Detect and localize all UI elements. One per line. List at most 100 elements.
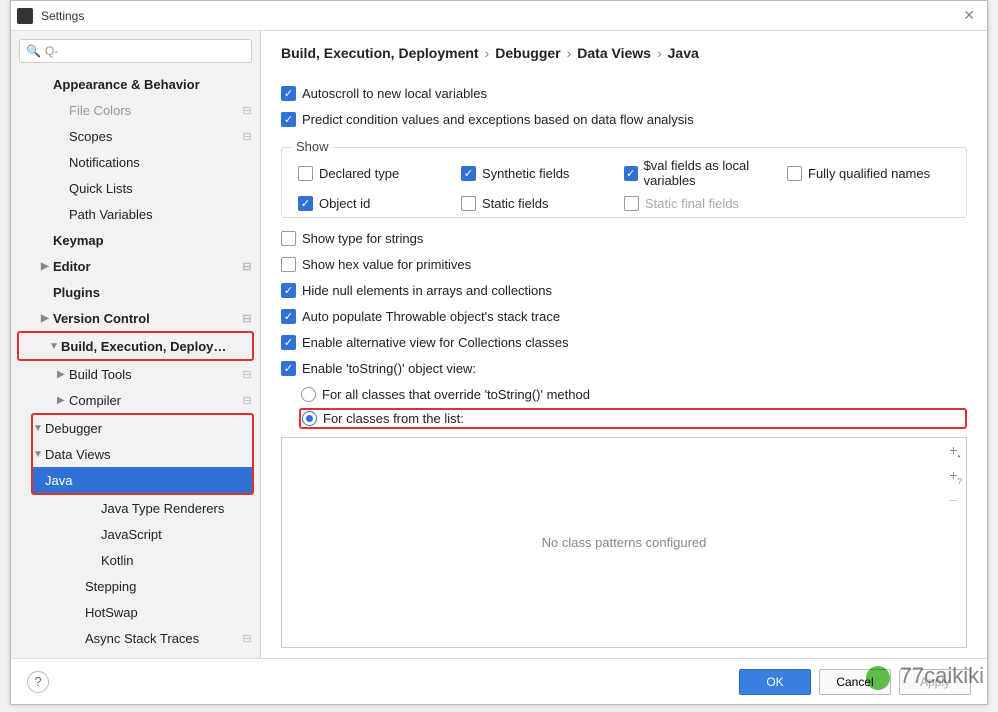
tree-item-async-stack-traces[interactable]: Async Stack Traces⊟ [11, 625, 260, 651]
tree-item-build-execution-deployment[interactable]: ▼Build, Execution, Deployment [19, 333, 252, 359]
highlight-box: ▼Build, Execution, Deployment [17, 331, 254, 361]
tree-item-kotlin[interactable]: Kotlin [11, 547, 260, 573]
radio-class-list[interactable] [302, 411, 317, 426]
empty-list-label: No class patterns configured [542, 535, 707, 550]
add-pattern-help-icon[interactable]: +? [949, 467, 962, 486]
tree-item-editor[interactable]: ▶Editor⊟ [11, 253, 260, 279]
project-scope-icon: ⊟ [240, 103, 254, 117]
tree-item-plugins[interactable]: Plugins [11, 279, 260, 305]
ok-button[interactable]: OK [739, 669, 811, 695]
project-scope-icon: ⊟ [240, 129, 254, 143]
project-scope-icon: ⊟ [240, 259, 254, 273]
project-scope-icon [232, 473, 246, 487]
tree-item-notifications[interactable]: Notifications [11, 149, 260, 175]
tree-item-label: Plugins [53, 285, 240, 300]
project-scope-icon [240, 181, 254, 195]
tree-item-stepping[interactable]: Stepping [11, 573, 260, 599]
project-scope-icon: ⊟ [240, 367, 254, 381]
tree-item-java[interactable]: Java [33, 467, 252, 493]
show-label: Static fields [482, 196, 548, 211]
project-scope-icon: ⊟ [240, 393, 254, 407]
radio-all-classes[interactable] [301, 387, 316, 402]
chevron-icon: ▶ [57, 395, 69, 406]
search-wrap: 🔍 Q- [11, 31, 260, 71]
tree-item-quick-lists[interactable]: Quick Lists [11, 175, 260, 201]
show-checkbox[interactable]: ✓ [624, 166, 638, 181]
tree-item-debugger[interactable]: ▼Debugger [33, 415, 252, 441]
show-checkbox[interactable]: ✓ [298, 196, 313, 211]
breadcrumb-part[interactable]: Debugger [495, 45, 560, 61]
tree-item-build-tools[interactable]: ▶Build Tools⊟ [11, 361, 260, 387]
tree-item-label: Version Control [53, 311, 240, 326]
settings-dialog: Settings ✕ 🔍 Q- Appearance & Behavior Fil… [10, 0, 988, 705]
alt-collections-checkbox[interactable]: ✓ [281, 335, 296, 350]
tree-item-label: Debugger [45, 421, 232, 436]
project-scope-icon: ⊟ [240, 657, 254, 658]
show-checkbox[interactable]: ✓ [461, 166, 476, 181]
tree-item-label: Quick Lists [69, 181, 240, 196]
project-scope-icon [240, 527, 254, 541]
auto-throwable-checkbox[interactable]: ✓ [281, 309, 296, 324]
tree-item-label: Async Stack Traces [85, 631, 240, 646]
tree-item-data-views[interactable]: ▼Data Views [33, 441, 252, 467]
project-scope-icon [232, 421, 246, 435]
dialog-body: 🔍 Q- Appearance & Behavior File Colors⊟Sc… [11, 31, 987, 658]
remove-pattern-icon[interactable]: − [949, 492, 962, 508]
tree-item-label: Keymap [53, 233, 240, 248]
titlebar: Settings ✕ [11, 1, 987, 31]
show-label: Fully qualified names [808, 166, 930, 181]
tree-item-path-variables[interactable]: Path Variables [11, 201, 260, 227]
enable-tostring-checkbox[interactable]: ✓ [281, 361, 296, 376]
tree-item-version-control[interactable]: ▶Version Control⊟ [11, 305, 260, 331]
tree-item-label: JavaScript [101, 527, 240, 542]
show-checkbox[interactable] [461, 196, 476, 211]
chevron-icon: ▶ [57, 369, 69, 380]
breadcrumb-part[interactable]: Build, Execution, Deployment [281, 45, 479, 61]
project-scope-icon: ⊟ [240, 311, 254, 325]
add-pattern-icon[interactable]: +• [949, 442, 962, 461]
tree-item-label: Appearance & Behavior [53, 77, 240, 92]
project-scope-icon: ⊟ [240, 631, 254, 645]
tree-item-appearance-behavior[interactable]: Appearance & Behavior [11, 71, 260, 97]
show-type-checkbox[interactable] [281, 231, 296, 246]
search-input[interactable]: 🔍 Q- [19, 39, 252, 63]
tree-item-hotswap[interactable]: HotSwap [11, 599, 260, 625]
tree-item-label: Path Variables [69, 207, 240, 222]
hide-null-checkbox[interactable]: ✓ [281, 283, 296, 298]
tree-item-file-colors[interactable]: File Colors⊟ [11, 97, 260, 123]
breadcrumb-sep: › [485, 45, 490, 61]
autoscroll-checkbox[interactable]: ✓ [281, 86, 296, 101]
breadcrumb: Build, Execution, Deployment › Debugger › Da… [281, 45, 967, 61]
search-icon: 🔍 [26, 44, 41, 58]
tree-item-scopes[interactable]: Scopes⊟ [11, 123, 260, 149]
show-checkbox[interactable] [298, 166, 313, 181]
tree-item-label: Data Views [45, 447, 232, 462]
project-scope-icon [232, 447, 246, 461]
close-icon[interactable]: ✕ [957, 7, 981, 24]
tree-item-label: Compiler [69, 393, 240, 408]
show-fieldset: Show Declared type✓Synthetic fields✓$val… [281, 147, 967, 218]
project-scope-icon [240, 233, 254, 247]
help-icon[interactable]: ? [27, 671, 49, 693]
tree-item-compiler[interactable]: ▶Compiler⊟ [11, 387, 260, 413]
project-scope-icon [240, 207, 254, 221]
show-checkbox[interactable] [787, 166, 802, 181]
breadcrumb-part[interactable]: Data Views [577, 45, 651, 61]
tree-item-remote-jar-repositories[interactable]: Remote Jar Repositories⊟ [11, 651, 260, 658]
predict-checkbox[interactable]: ✓ [281, 112, 296, 127]
show-hex-checkbox[interactable] [281, 257, 296, 272]
class-patterns-area[interactable]: No class patterns configured +• +? − [281, 437, 967, 648]
tree-item-keymap[interactable]: Keymap [11, 227, 260, 253]
project-scope-icon [232, 339, 246, 353]
tree-item-javascript[interactable]: JavaScript [11, 521, 260, 547]
watermark: 77caikiki [866, 663, 984, 690]
breadcrumb-sep: › [657, 45, 662, 61]
tree-item-label: Java Type Renderers [101, 501, 240, 516]
settings-tree[interactable]: Appearance & Behavior File Colors⊟Scopes⊟… [11, 71, 260, 658]
app-icon [17, 8, 33, 24]
tree-item-label: HotSwap [85, 605, 240, 620]
tree-item-java-type-renderers[interactable]: Java Type Renderers [11, 495, 260, 521]
tree-item-label: Kotlin [101, 553, 240, 568]
breadcrumb-part[interactable]: Java [668, 45, 699, 61]
show-checkbox [624, 196, 639, 211]
